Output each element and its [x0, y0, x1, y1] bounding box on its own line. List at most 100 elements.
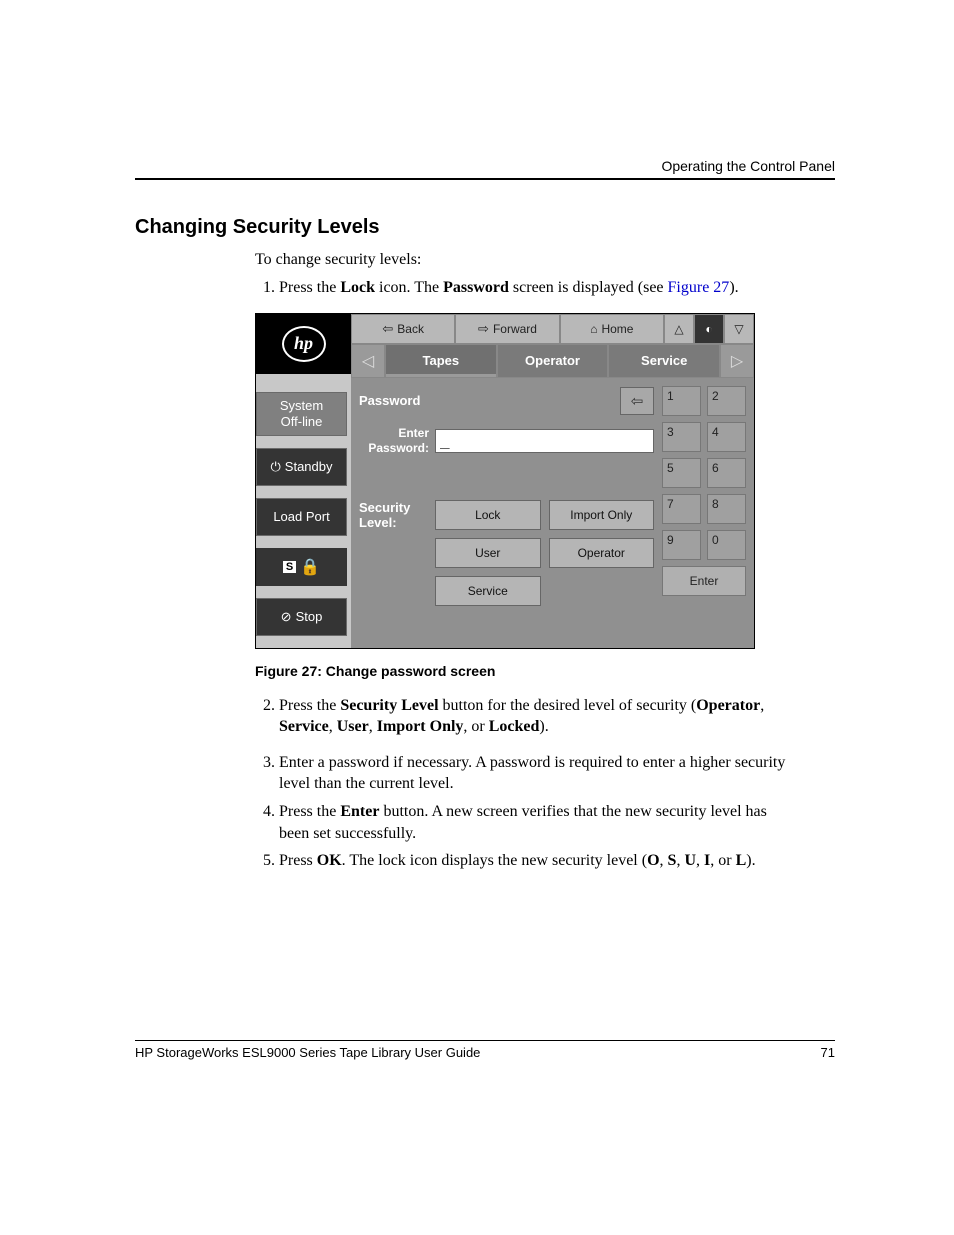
- text: button for the desired level of security…: [439, 697, 697, 714]
- tab-tapes[interactable]: Tapes: [385, 344, 497, 378]
- text: ).: [729, 279, 738, 296]
- tab-scroll-right[interactable]: ▷: [720, 344, 754, 378]
- text: Press: [279, 852, 317, 869]
- key-6[interactable]: 6: [707, 458, 746, 488]
- blank-cell: [549, 576, 655, 606]
- tab-row: ◁ Tapes Operator Service ▷: [351, 344, 754, 378]
- section-title: Changing Security Levels: [135, 216, 835, 239]
- tab-operator[interactable]: Operator: [497, 344, 609, 378]
- enter-password-row: Enter Password: _: [359, 422, 654, 460]
- key-7[interactable]: 7: [662, 494, 701, 524]
- numeric-keypad: 1 2 3 4 5 6 7 8 9 0 Enter: [662, 386, 746, 640]
- standby-button[interactable]: ⏻ Standby: [256, 448, 347, 486]
- text: ,: [369, 718, 377, 735]
- tab-service[interactable]: Service: [608, 344, 720, 378]
- lock-icon: 🔒: [300, 557, 320, 577]
- security-level-row: Security Level: Lock Import Only User Op…: [359, 500, 654, 606]
- tab-scroll-left[interactable]: ◁: [351, 344, 385, 378]
- text: Press the: [279, 803, 340, 820]
- key-5[interactable]: 5: [662, 458, 701, 488]
- text: L: [736, 852, 747, 869]
- panel-sidebar: hp System Off-line ⏻ Standby Load Port: [256, 314, 351, 648]
- power-icon: ⏻: [271, 459, 281, 475]
- contrast-icon: ◐: [705, 322, 712, 336]
- key-4[interactable]: 4: [707, 422, 746, 452]
- operator-level-button[interactable]: Operator: [549, 538, 655, 568]
- control-panel-figure: hp System Off-line ⏻ Standby Load Port: [255, 313, 755, 649]
- key-3[interactable]: 3: [662, 422, 701, 452]
- up-icon-button[interactable]: △: [664, 314, 694, 344]
- forward-arrow-icon: ⇨: [478, 321, 489, 337]
- text: Password:: [368, 441, 429, 455]
- down-icon-button[interactable]: ▽: [724, 314, 754, 344]
- contrast-icon-button[interactable]: ◐: [694, 314, 724, 344]
- text: Stop: [296, 609, 323, 624]
- text: Service: [279, 718, 329, 735]
- step-2: Press the Security Level button for the …: [279, 695, 800, 738]
- stop-icon: ⊘: [281, 609, 292, 625]
- text: Press the: [279, 279, 340, 296]
- enter-password-label: Enter Password:: [359, 426, 429, 455]
- back-button[interactable]: ⇦ Back: [351, 314, 455, 344]
- password-input[interactable]: _: [435, 429, 654, 453]
- text: screen is displayed (see: [509, 279, 668, 296]
- text: , or: [710, 852, 735, 869]
- figure-link[interactable]: Figure 27: [668, 279, 730, 296]
- security-button-grid: Lock Import Only User Operator Service: [435, 500, 654, 606]
- text: System: [280, 398, 323, 414]
- key-1[interactable]: 1: [662, 386, 701, 416]
- main-area: Password ⇦ Enter Password: _: [351, 378, 754, 648]
- page-footer: HP StorageWorks ESL9000 Series Tape Libr…: [135, 1040, 835, 1060]
- text: . The lock icon displays the new securit…: [342, 852, 647, 869]
- text: ,: [696, 852, 704, 869]
- text: icon. The: [375, 279, 443, 296]
- panel-back-button[interactable]: ⇦: [620, 387, 654, 415]
- nav-row: ⇦ Back ⇨ Forward ⌂ Home △ ◐ ▽: [351, 314, 754, 344]
- figure-caption: Figure 27: Change password screen: [255, 663, 800, 679]
- intro-text: To change security levels:: [255, 251, 800, 269]
- down-icon: ▽: [734, 322, 743, 336]
- forward-button[interactable]: ⇨ Forward: [455, 314, 559, 344]
- text: O: [647, 852, 659, 869]
- password-heading: Password: [359, 393, 420, 408]
- key-8[interactable]: 8: [707, 494, 746, 524]
- home-icon: ⌂: [590, 322, 597, 336]
- text: ,: [760, 697, 764, 714]
- step-5: Press OK. The lock icon displays the new…: [279, 850, 800, 872]
- footer-title: HP StorageWorks ESL9000 Series Tape Libr…: [135, 1045, 480, 1060]
- service-level-button[interactable]: Service: [435, 576, 541, 606]
- text: Lock: [340, 279, 375, 296]
- text: ,: [660, 852, 668, 869]
- key-2[interactable]: 2: [707, 386, 746, 416]
- lock-status-button[interactable]: S 🔒: [256, 548, 347, 586]
- text: Off-line: [281, 414, 323, 430]
- home-button[interactable]: ⌂ Home: [560, 314, 664, 344]
- stop-button[interactable]: ⊘ Stop: [256, 598, 347, 636]
- text: , or: [463, 718, 488, 735]
- text: Import Only: [377, 718, 464, 735]
- text: ,: [329, 718, 337, 735]
- text: ).: [539, 718, 548, 735]
- step-4: Press the Enter button. A new screen ver…: [279, 801, 800, 844]
- form-header: Password ⇦: [359, 386, 654, 416]
- text: Home: [601, 322, 633, 336]
- text: Security: [359, 500, 410, 515]
- running-head: Operating the Control Panel: [135, 158, 835, 174]
- load-port-button[interactable]: Load Port: [256, 498, 347, 536]
- back-arrow-icon: ⇦: [382, 321, 393, 337]
- spacer: [256, 376, 351, 392]
- text: Enter: [398, 426, 429, 440]
- system-status-button[interactable]: System Off-line: [256, 392, 347, 436]
- user-level-button[interactable]: User: [435, 538, 541, 568]
- import-only-level-button[interactable]: Import Only: [549, 500, 655, 530]
- key-9[interactable]: 9: [662, 530, 701, 560]
- text: Standby: [285, 459, 333, 474]
- step-3: Enter a password if necessary. A passwor…: [279, 752, 800, 795]
- key-enter[interactable]: Enter: [662, 566, 746, 596]
- text: U: [684, 852, 696, 869]
- text: Enter: [340, 803, 379, 820]
- lock-level-button[interactable]: Lock: [435, 500, 541, 530]
- text: Password: [443, 279, 509, 296]
- text: Back: [397, 322, 424, 336]
- key-0[interactable]: 0: [707, 530, 746, 560]
